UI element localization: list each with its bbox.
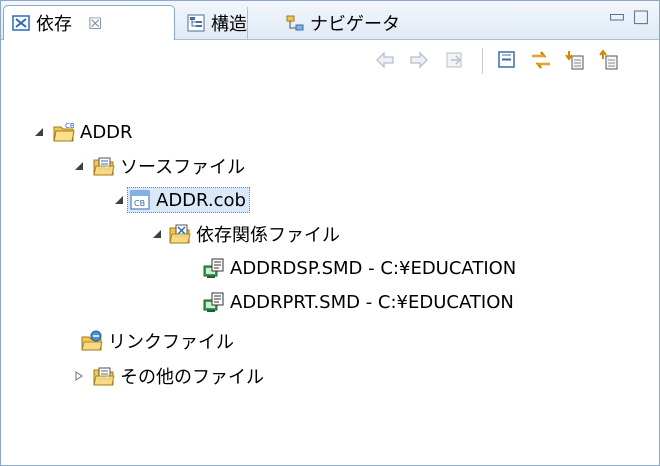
tree-item-dependency-folder[interactable]: 依存関係ファイル	[169, 219, 340, 249]
cobol-file-icon: CB	[129, 189, 151, 211]
tab-label: 構造	[211, 14, 247, 35]
tree-item-cobol-file[interactable]: CB ADDR.cob	[127, 185, 250, 215]
tree-item-other-files[interactable]: その他のファイル	[93, 361, 264, 391]
view-tab-bar: 依存 ☒ 構造 ナビゲータ ▭ □	[1, 1, 659, 40]
tree-item-label: リンクファイル	[108, 332, 234, 353]
structure-view-icon	[187, 14, 205, 32]
tree-item-label: ADDR	[80, 121, 133, 143]
tree-item-project[interactable]: CB ADDR	[53, 117, 133, 147]
close-icon[interactable]: ☒	[88, 14, 102, 33]
dependency-view-icon	[12, 14, 30, 32]
show-dependents-icon[interactable]	[561, 46, 589, 74]
tree-item-label: ADDR.cob	[156, 189, 246, 211]
collapse-all-icon[interactable]	[493, 46, 521, 74]
selection-highlight: CB ADDR.cob	[127, 187, 250, 213]
view-toolbar	[1, 40, 659, 82]
tree-item-screen-definition[interactable]: ADDRDSP.SMD - C:¥EDUCATION	[203, 253, 516, 283]
go-into-icon[interactable]	[441, 46, 469, 74]
screen-definition-icon	[203, 291, 225, 313]
dependency-folder-icon	[169, 223, 191, 245]
project-icon: CB	[53, 121, 75, 143]
tree-item-label: ソースファイル	[120, 157, 246, 178]
forward-icon[interactable]	[405, 46, 433, 74]
screen-definition-icon	[203, 257, 225, 279]
svg-text:CB: CB	[134, 199, 145, 208]
tab-dependency[interactable]: 依存 ☒	[3, 5, 175, 40]
navigator-view-icon	[286, 14, 304, 32]
other-files-folder-icon	[93, 365, 115, 387]
tab-navigator[interactable]: ナビゲータ	[278, 7, 400, 39]
tree-item-label: 依存関係ファイル	[196, 225, 340, 246]
collapsed-twisty-icon[interactable]	[73, 370, 85, 382]
tree-item-screen-definition[interactable]: ADDRPRT.SMD - C:¥EDUCATION	[203, 287, 514, 317]
tree-item-source-folder[interactable]: ソースファイル	[93, 151, 245, 181]
svg-text:CB: CB	[65, 122, 75, 130]
link-file-icon	[81, 330, 103, 352]
link-with-editor-icon[interactable]	[527, 46, 555, 74]
source-folder-icon	[93, 155, 115, 177]
tree-item-label: その他のファイル	[120, 367, 264, 388]
expanded-twisty-icon[interactable]	[73, 160, 85, 172]
tab-label: 依存	[36, 14, 72, 35]
show-dependencies-icon[interactable]	[595, 46, 623, 74]
tree-item-link-files[interactable]: リンクファイル	[81, 326, 234, 356]
tab-label: ナビゲータ	[310, 14, 400, 35]
expanded-twisty-icon[interactable]	[151, 228, 163, 240]
expanded-twisty-icon[interactable]	[113, 194, 125, 206]
expanded-twisty-icon[interactable]	[33, 126, 45, 138]
tree-item-label: ADDRDSP.SMD - C:¥EDUCATION	[230, 257, 517, 279]
tree-item-label: ADDRPRT.SMD - C:¥EDUCATION	[230, 291, 514, 313]
minimize-icon[interactable]: ▭	[607, 7, 627, 27]
toolbar-separator	[482, 48, 483, 74]
back-icon[interactable]	[371, 46, 399, 74]
maximize-icon[interactable]: □	[631, 7, 651, 27]
dependency-view-panel: 依存 ☒ 構造 ナビゲータ ▭ □ CB ADDR ソースファイル CB ADD…	[0, 0, 660, 466]
tab-structure[interactable]: 構造	[179, 7, 248, 39]
